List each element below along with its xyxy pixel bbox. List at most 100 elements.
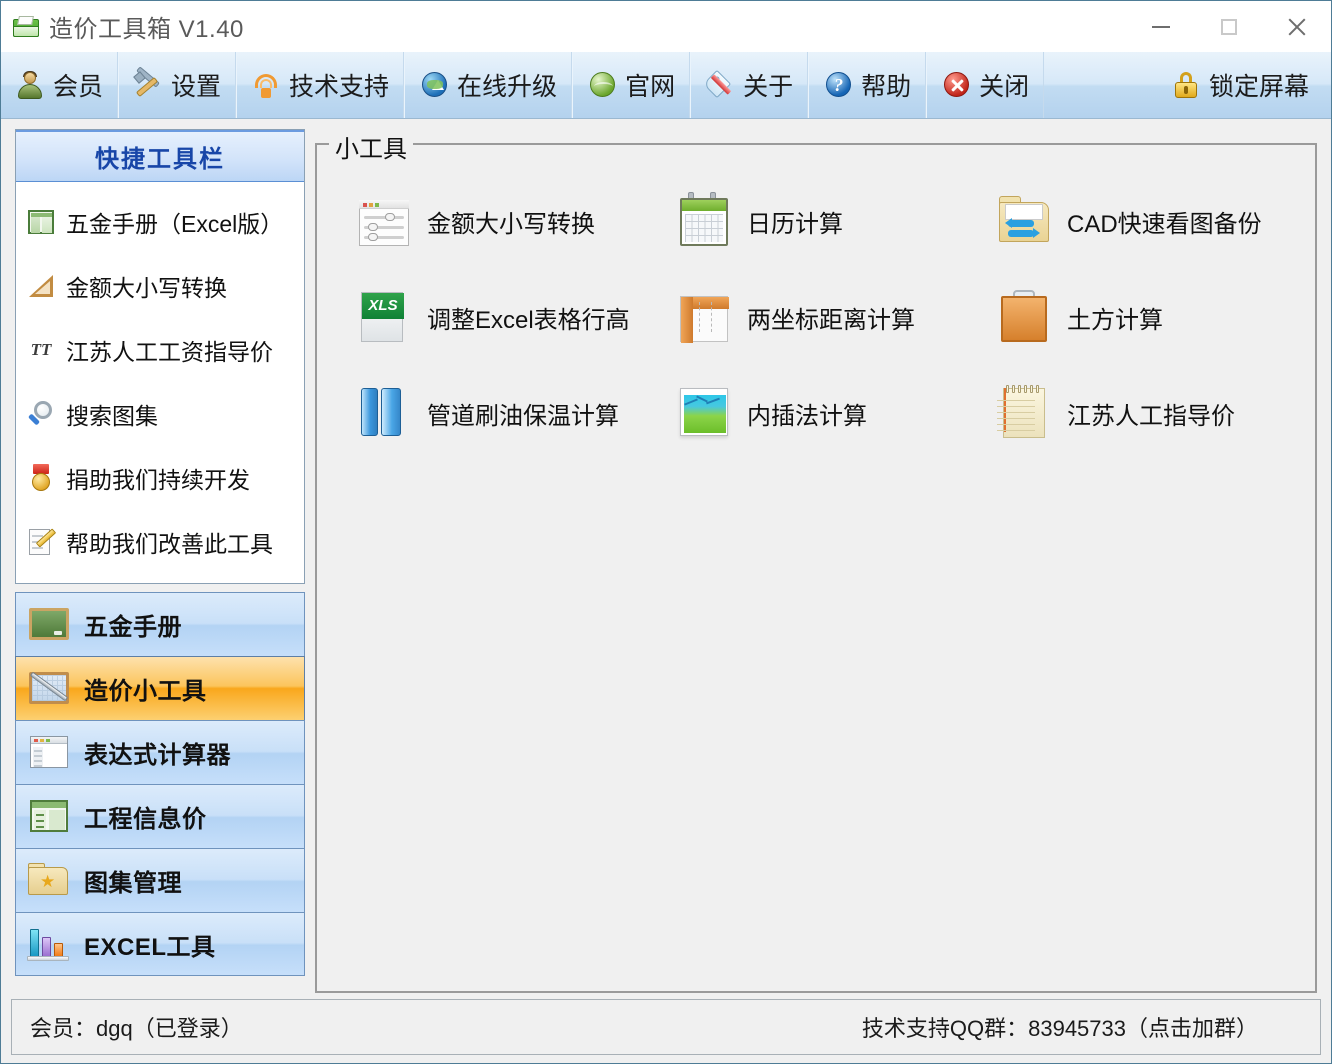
tool-label: 两坐标距离计算 (747, 306, 915, 334)
tool-label: CAD快速看图备份 (1067, 210, 1262, 238)
tool-calendar-calc[interactable]: 日历计算 (653, 173, 973, 269)
toolbar-label: 设置 (171, 73, 222, 101)
category-hardware-manual[interactable]: 五金手册 (15, 592, 305, 656)
category-expression-calculator[interactable]: 表达式计算器 (15, 720, 305, 784)
tool-grid: 金额大小写转换 日历计算 CAD快速看图备份 XLS 调整Excel表格行高 两… (333, 173, 1299, 461)
quick-item-improve-tool[interactable]: 帮助我们改善此工具 (26, 510, 304, 574)
category-label: 表达式计算器 (84, 742, 231, 769)
quick-tools-title: 快捷工具栏 (95, 146, 225, 173)
close-icon (1286, 16, 1308, 38)
medal-icon (26, 463, 56, 493)
toolbar-label: 关于 (743, 73, 794, 101)
about-tag-icon (702, 69, 735, 100)
small-tools-groupbox: 小工具 金额大小写转换 日历计算 CAD快速看图备份 XLS 调整Excel表格… (315, 129, 1317, 993)
category-label: 五金手册 (84, 614, 182, 641)
app-window: 造价工具箱 V1.40 会员 设置 技术支持 在线升级 官网 关于 ? 帮助 关… (0, 0, 1332, 1064)
category-list: 五金手册 造价小工具 表达式计算器 工程信息价 ★ 图集管理 EXCEL工具 (15, 592, 305, 976)
help-question-icon: ? (823, 70, 853, 100)
quick-item-amount-case-convert[interactable]: 金额大小写转换 (26, 254, 304, 318)
pipes-icon (355, 384, 413, 442)
category-project-info-price[interactable]: 工程信息价 (15, 784, 305, 848)
tool-earthwork-calc[interactable]: 土方计算 (973, 269, 1299, 365)
toolbar-item-upgrade[interactable]: 在线升级 (404, 52, 573, 118)
toolbar-item-help[interactable]: ? 帮助 (808, 52, 927, 118)
tech-support-icon (251, 70, 281, 100)
tool-interpolation-calc[interactable]: 内插法计算 (653, 365, 973, 461)
toolbar-item-support[interactable]: 技术支持 (236, 52, 405, 118)
category-excel-tools[interactable]: EXCEL工具 (15, 912, 305, 976)
tool-label: 调整Excel表格行高 (427, 306, 630, 334)
category-label: 图集管理 (84, 870, 182, 897)
ruler-triangle-icon (26, 271, 56, 301)
book-icon (26, 207, 56, 237)
toolbar-item-close[interactable]: 关闭 (926, 52, 1045, 118)
close-red-icon (941, 70, 971, 100)
toolbar-label: 锁定屏幕 (1208, 73, 1309, 101)
online-upgrade-globe-icon (419, 70, 449, 100)
quick-item-donate[interactable]: 捐助我们持续开发 (26, 446, 304, 510)
toolbar-label: 会员 (53, 73, 104, 101)
window-title: 造价工具箱 V1.40 (49, 16, 244, 43)
maximize-icon (1221, 18, 1237, 35)
tool-adjust-excel-row-height[interactable]: XLS 调整Excel表格行高 (333, 269, 653, 365)
quick-item-label: 江苏人工工资指导价 (66, 339, 273, 365)
cad-backup-folder-icon (995, 192, 1053, 250)
minimize-button[interactable] (1127, 1, 1195, 52)
tool-jiangsu-labor-price[interactable]: 江苏人工指导价 (973, 365, 1299, 461)
toolbar-item-lock-screen[interactable]: 锁定屏幕 (1157, 52, 1331, 118)
status-bar: 会员：dgq（已登录） 技术支持QQ群：83945733（点击加群） (11, 999, 1321, 1055)
category-label: 工程信息价 (84, 806, 207, 833)
quick-item-label: 搜索图集 (66, 403, 158, 429)
clipboard-icon (995, 288, 1053, 346)
tool-pipe-painting-insulation[interactable]: 管道刷油保温计算 (333, 365, 653, 461)
sidebar: 快捷工具栏 五金手册（Excel版） 金额大小写转换 TT 江苏人工工资指导价 … (15, 129, 305, 993)
quick-item-label: 捐助我们持续开发 (66, 467, 250, 493)
member-user-icon (15, 70, 45, 100)
calendar-icon (675, 192, 733, 250)
toolbar-item-about[interactable]: 关于 (690, 52, 809, 118)
star-folder-icon: ★ (26, 862, 72, 900)
ruler-measure-icon (675, 288, 733, 346)
blackboard-icon (26, 606, 72, 644)
tool-label: 土方计算 (1067, 306, 1163, 334)
close-button[interactable] (1263, 1, 1331, 52)
lock-icon (1171, 70, 1201, 100)
website-globe-icon (587, 70, 617, 100)
category-label: 造价小工具 (84, 678, 207, 705)
window-controls (1127, 1, 1331, 52)
quick-tools-header: 快捷工具栏 (16, 130, 304, 182)
quick-item-jiangsu-labor-wage[interactable]: TT 江苏人工工资指导价 (26, 318, 304, 382)
tool-label: 江苏人工指导价 (1067, 402, 1235, 430)
tool-amount-case-convert[interactable]: 金额大小写转换 (333, 173, 653, 269)
tool-label: 内插法计算 (747, 402, 867, 430)
category-cost-tools[interactable]: 造价小工具 (15, 656, 305, 720)
drafting-icon (26, 670, 72, 708)
toolbar-item-website[interactable]: 官网 (572, 52, 691, 118)
tool-label: 管道刷油保温计算 (427, 402, 619, 430)
tool-label: 金额大小写转换 (427, 210, 595, 238)
toolbar-label: 技术支持 (289, 73, 390, 101)
quick-item-search-atlas[interactable]: 搜索图集 (26, 382, 304, 446)
green-folder-icon (13, 15, 39, 38)
sliders-window-icon (355, 192, 413, 250)
tool-two-coordinate-distance[interactable]: 两坐标距离计算 (653, 269, 973, 365)
status-support-qq[interactable]: 技术支持QQ群：83945733（点击加群） (862, 1011, 1258, 1043)
toolbar-item-member[interactable]: 会员 (1, 52, 119, 118)
status-member: 会员：dgq（已登录） (30, 1016, 243, 1041)
quick-item-label: 金额大小写转换 (66, 275, 227, 301)
info-book-icon (26, 798, 72, 836)
notepad-icon (995, 384, 1053, 442)
bar-chart-icon (26, 925, 72, 963)
title-bar: 造价工具箱 V1.40 (1, 1, 1331, 52)
tool-cad-quick-view-backup[interactable]: CAD快速看图备份 (973, 173, 1299, 269)
toolbar-item-settings[interactable]: 设置 (118, 52, 237, 118)
body-area: 快捷工具栏 五金手册（Excel版） 金额大小写转换 TT 江苏人工工资指导价 … (1, 119, 1331, 993)
magnifier-icon (26, 399, 56, 429)
maximize-button[interactable] (1195, 1, 1263, 52)
quick-item-hardware-manual-excel[interactable]: 五金手册（Excel版） (26, 190, 304, 254)
minimize-icon (1152, 25, 1170, 28)
category-atlas-management[interactable]: ★ 图集管理 (15, 848, 305, 912)
toolbar-label: 在线升级 (457, 73, 558, 101)
main-toolbar: 会员 设置 技术支持 在线升级 官网 关于 ? 帮助 关闭 锁定屏幕 (1, 52, 1331, 119)
quick-tools-list: 五金手册（Excel版） 金额大小写转换 TT 江苏人工工资指导价 搜索图集 捐… (16, 182, 304, 583)
